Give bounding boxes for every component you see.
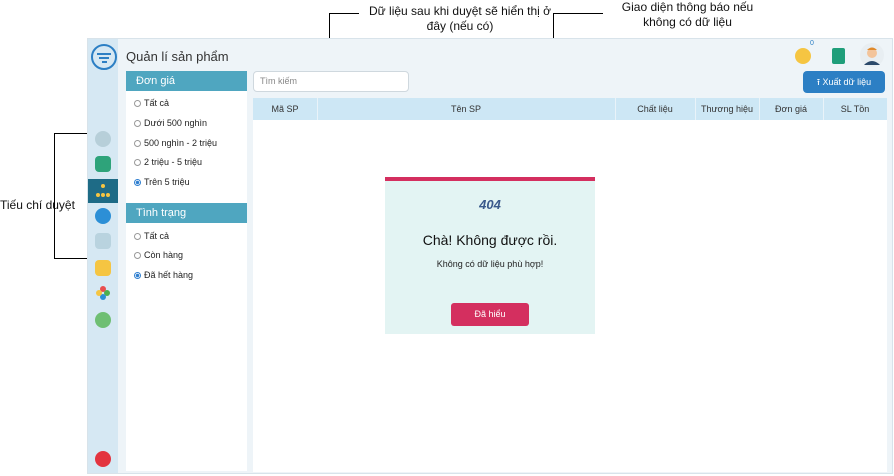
radio-icon[interactable]	[134, 140, 141, 147]
nav-rail	[88, 39, 118, 473]
dialog-ok-button[interactable]: Đã hiểu	[451, 303, 529, 326]
radio-icon[interactable]	[134, 100, 141, 107]
filter-option[interactable]: 500 nghìn - 2 triệu	[134, 137, 217, 149]
radio-selected-icon[interactable]	[134, 179, 141, 186]
app-logo-icon	[91, 44, 117, 70]
nav-item-hierarchy-icon[interactable]	[95, 183, 111, 199]
annotation-filter-note: Tiếu chí duyệt	[0, 198, 75, 212]
page-title: Quản lí sản phẩm	[126, 49, 229, 64]
nav-item-send-icon[interactable]	[95, 208, 111, 224]
avatar[interactable]	[860, 43, 884, 67]
filter-option[interactable]: Tất cả	[134, 230, 169, 242]
filter-option[interactable]: Dưới 500 nghìn	[134, 117, 207, 129]
filter-option-label: Đã hết hàng	[144, 270, 194, 280]
filter-option-label: Dưới 500 nghìn	[144, 118, 207, 128]
upload-icon: ⭱	[816, 77, 821, 87]
nav-item-document-icon[interactable]	[95, 233, 111, 249]
column-header-stock[interactable]: SL Tồn	[823, 98, 887, 120]
filter-option-label: Trên 5 triệu	[144, 177, 190, 187]
radio-icon[interactable]	[134, 159, 141, 166]
column-header-material[interactable]: Chất liệu	[615, 98, 695, 120]
search-input[interactable]: Tìm kiếm	[253, 71, 409, 92]
radio-icon[interactable]	[134, 233, 141, 240]
dialog-title: Chà! Không được rồi.	[422, 232, 558, 248]
error-404-icon: 404	[479, 197, 501, 212]
filter-heading-price: Đơn giá	[126, 71, 247, 91]
book-icon[interactable]	[832, 48, 845, 64]
filter-panel: Đơn giá Tất cả Dưới 500 nghìn 500 nghìn …	[126, 71, 247, 471]
column-header-code[interactable]: Mã SP	[253, 98, 317, 120]
dialog-message: Không có dữ liệu phù hợp!	[436, 259, 544, 269]
filter-option-label: Tất cả	[144, 231, 170, 241]
empty-result-dialog: 404 Chà! Không được rồi. Không có dữ liệ…	[385, 177, 595, 334]
filter-heading-status: Tình trạng	[126, 203, 247, 223]
column-header-name[interactable]: Tên SP	[317, 98, 615, 120]
annotation-data-note: Dữ liệu sau khi duyệt sẽ hiển thị ở đây …	[369, 4, 551, 33]
filter-option-label: 2 triệu - 5 triệu	[144, 157, 203, 167]
nav-item-note-icon[interactable]	[95, 260, 111, 276]
nav-item-calculator-icon[interactable]	[95, 156, 111, 172]
radio-icon[interactable]	[134, 252, 141, 259]
filter-option-label: Tất cả	[144, 98, 170, 108]
export-button-label: Xuất dữ liệu	[822, 77, 872, 87]
filter-option[interactable]: 2 triệu - 5 triệu	[134, 156, 202, 168]
notification-icon[interactable]	[795, 48, 811, 64]
annotation-line	[329, 13, 359, 14]
filter-option[interactable]: Đã hết hàng	[134, 269, 193, 281]
filter-option[interactable]: Trên 5 triệu	[134, 176, 190, 188]
nav-item-money-icon[interactable]	[95, 312, 111, 328]
filter-option-label: 500 nghìn - 2 triệu	[144, 138, 218, 148]
column-header-price[interactable]: Đơn giá	[759, 98, 823, 120]
filter-option-label: Còn hàng	[144, 250, 184, 260]
annotation-empty-note: Giao diện thông báo nếu không có dữ liệu	[621, 0, 754, 29]
nav-item-home-icon[interactable]	[95, 131, 111, 147]
nav-item-photos-icon[interactable]	[95, 285, 111, 301]
table-header: Mã SP Tên SP Chất liệu Thương hiệu Đơn g…	[253, 98, 887, 120]
filter-option[interactable]: Tất cả	[134, 97, 169, 109]
annotation-line	[553, 13, 603, 14]
notification-count: 0	[810, 40, 814, 47]
annotation-line	[54, 133, 55, 258]
export-button[interactable]: ⭱ Xuất dữ liệu	[803, 71, 885, 93]
filter-option[interactable]: Còn hàng	[134, 249, 183, 261]
column-header-brand[interactable]: Thương hiệu	[695, 98, 759, 120]
dialog-top-bar	[385, 177, 595, 181]
radio-icon[interactable]	[134, 120, 141, 127]
radio-selected-icon[interactable]	[134, 272, 141, 279]
nav-item-logout-icon[interactable]	[95, 451, 111, 467]
